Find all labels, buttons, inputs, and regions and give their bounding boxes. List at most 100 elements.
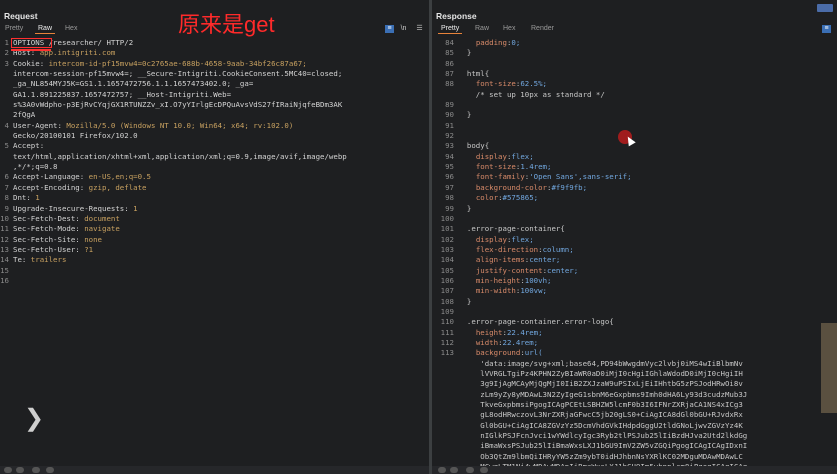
response-line: 111 height:22.4rem; — [432, 328, 837, 338]
line-text: 3g9IjAgMCAyMjQgMjI0IiB2ZXJzaW9uPSIxLjEiI… — [458, 379, 743, 389]
settings-icon[interactable] — [450, 467, 458, 473]
response-line: /* set up 10px as standard */ — [432, 90, 837, 100]
menu-icon[interactable]: ☰ — [415, 25, 424, 33]
request-search-bar[interactable] — [0, 466, 429, 474]
line-number — [0, 90, 9, 100]
line-number: 93 — [445, 141, 454, 151]
request-panel: Request Pretty Raw Hex ≡ \n ☰ 1 OPTIONS /… — [0, 0, 429, 474]
forward-icon[interactable] — [46, 467, 54, 473]
line-number — [432, 369, 454, 379]
line-number — [432, 441, 454, 451]
response-line: 104 align-items:center; — [432, 255, 837, 265]
request-line: 13 Sec-Fetch-User: ?1 — [0, 245, 429, 255]
response-editor[interactable]: 84 padding:0; 85 } 86 87 html{88 font-size:… — [432, 38, 837, 472]
line-text: Upgrade-Insecure-Requests: 1 — [13, 203, 138, 213]
tab-hex-response[interactable]: Hex — [500, 24, 518, 33]
response-line: 100 — [432, 214, 837, 224]
response-line: zLm9yZy8yMDAwL3N2ZyIgeG1sbnM6eGxpbms9Imh… — [432, 390, 837, 400]
line-text: gL8odHRwczovL3NrZXRjaGFwcC5jb20gLS0+CiAg… — [458, 410, 743, 420]
request-line: 12 Sec-Fetch-Site: none — [0, 235, 429, 245]
request-editor[interactable]: 1 OPTIONS /researcher/ HTTP/2 2 Host: app.i… — [0, 38, 429, 286]
line-text: Sec-Fetch-User: ?1 — [13, 244, 94, 254]
line-number: 110 — [440, 317, 454, 327]
line-number — [0, 69, 9, 79]
tab-raw[interactable]: Raw — [35, 24, 56, 34]
line-text: s%3A0vWdpho-p3EjRvCYqjGX1RTUNZZv_xI.O7yY… — [13, 100, 343, 110]
line-number: 105 — [440, 265, 454, 275]
format-icon[interactable]: ≡ — [385, 25, 394, 33]
line-number: 3 — [4, 58, 9, 68]
line-number: 9 — [4, 203, 9, 213]
back-icon[interactable] — [32, 467, 40, 473]
line-text: Ob3QtZm9lbmQiIHRyYW5zZm9ybT0idHJhbnNsYXR… — [458, 451, 743, 461]
tab-render-response[interactable]: Render — [528, 24, 557, 33]
line-text: align-items:center; — [475, 255, 561, 265]
response-line: 88 font-size:62.5%; — [432, 79, 837, 89]
line-text: Accept-Language: en-US,en;q=0.5 — [13, 172, 151, 182]
response-line: TkveGxpbmsiPgogICAgPCEtLSBHZW5lcmF0b3I6I… — [432, 400, 837, 410]
line-number: 102 — [440, 234, 454, 244]
help-icon[interactable] — [4, 467, 12, 473]
newline-icon[interactable]: \n — [399, 25, 408, 33]
request-line: _ga_NL854MYJ5K=GS1.1.1657472756.1.1.1657… — [0, 79, 429, 89]
annotation-text: 原来是get — [178, 12, 275, 37]
response-line: 97 background-color:#f9f9fb; — [432, 183, 837, 193]
line-number: 90 — [445, 110, 454, 120]
line-text — [454, 100, 458, 110]
line-number — [432, 390, 454, 400]
line-text: justify-content:center; — [475, 265, 579, 275]
line-number: 91 — [445, 120, 454, 130]
tab-pretty-response[interactable]: Pretty — [438, 24, 463, 34]
line-number — [432, 421, 454, 431]
line-number — [432, 400, 454, 410]
tab-raw-response[interactable]: Raw — [472, 24, 492, 33]
line-number: 98 — [445, 193, 454, 203]
line-text: } — [458, 110, 472, 120]
line-text: intercom-session-pf15mvw4=; __Secure-Int… — [13, 69, 343, 79]
chevron-right-icon[interactable]: ❯ — [24, 404, 44, 433]
line-text: } — [458, 296, 472, 306]
response-line: 103 flex-direction:column; — [432, 245, 837, 255]
line-text: display:flex; — [475, 234, 534, 244]
line-number: 1 — [4, 38, 9, 47]
response-tabs: Pretty Raw Hex Render — [432, 24, 837, 36]
help-icon[interactable] — [438, 467, 446, 473]
response-line: Ob3QtZm9lbmQiIHRyYW5zZm9ybT0idHJhbnNsYXR… — [432, 452, 837, 462]
response-line: 108 } — [432, 297, 837, 307]
request-line: GA1.1.891225837.1657472757; __Host-Intig… — [0, 90, 429, 100]
line-number: 111 — [440, 327, 454, 337]
response-line: 98 color:#575865; — [432, 193, 837, 203]
line-text: User-Agent: Mozilla/5.0 (Windows NT 10.0… — [13, 120, 294, 130]
line-text: text/html,application/xhtml+xml,applicat… — [13, 151, 347, 161]
response-line: iBmaWxsPSJub25lIiBmaWxsLXJ1bGU9ImV2ZW5vZ… — [432, 441, 837, 451]
line-number: 12 — [0, 234, 9, 244]
response-line: 85 } — [432, 48, 837, 58]
request-line: Gecko/20100101 Firefox/102.0 — [0, 131, 429, 141]
line-text: 'data:image/svg+xml;base64,PD94bWwgdmVyc… — [458, 358, 743, 368]
request-line: text/html,application/xhtml+xml,applicat… — [0, 152, 429, 162]
line-text: font-family:'Open Sans',sans-serif; — [475, 172, 632, 182]
response-search-bar[interactable] — [432, 466, 837, 474]
tab-pretty[interactable]: Pretty — [2, 24, 26, 33]
request-line: intercom-session-pf15mvw4=; __Secure-Int… — [0, 69, 429, 79]
line-text: ,*/*;q=0.8 — [13, 162, 58, 172]
response-line: 112 width:22.4rem; — [432, 338, 837, 348]
format-icon[interactable]: ≡ — [822, 25, 831, 33]
request-line: 7 Accept-Encoding: gzip, deflate — [0, 183, 429, 193]
response-line: 84 padding:0; — [432, 38, 837, 48]
tab-hex[interactable]: Hex — [62, 24, 80, 33]
request-line: 10 Sec-Fetch-Dest: document — [0, 214, 429, 224]
back-icon[interactable] — [466, 467, 474, 473]
line-number: 95 — [445, 162, 454, 172]
settings-icon[interactable] — [16, 467, 24, 473]
line-number: 88 — [445, 79, 454, 89]
line-number — [0, 162, 9, 172]
response-line: 91 — [432, 121, 837, 131]
layout-toggle-icon[interactable] — [817, 4, 833, 12]
line-number: 6 — [4, 172, 9, 182]
request-line: 9 Upgrade-Insecure-Requests: 1 — [0, 204, 429, 214]
response-line: gL8odHRwczovL3NrZXRjaGFwcC5jb20gLS0+CiAg… — [432, 410, 837, 420]
forward-icon[interactable] — [480, 467, 488, 473]
request-line: 8 Dnt: 1 — [0, 193, 429, 203]
request-line: 1 OPTIONS /researcher/ HTTP/2 — [0, 38, 429, 48]
